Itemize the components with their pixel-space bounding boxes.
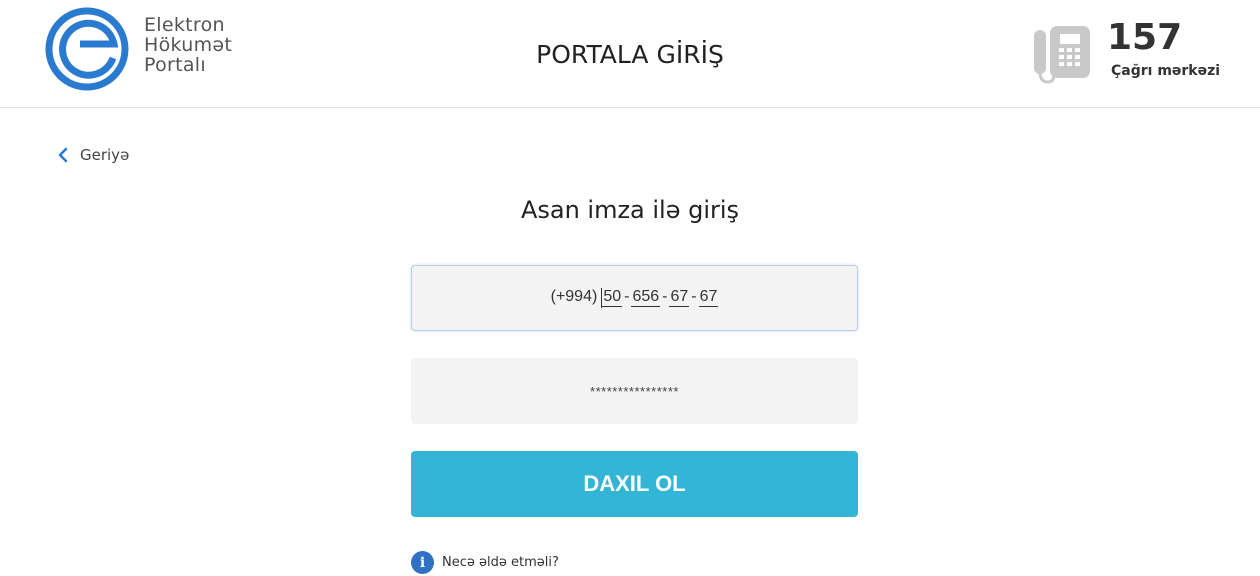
back-link[interactable]: Geriyə [58, 146, 129, 164]
call-center-label: Çağrı mərkəzi [1111, 63, 1221, 79]
phone-segment-3: 67 [669, 288, 690, 307]
phone-segment-1: 50 [602, 288, 623, 307]
phone-separator: - [624, 288, 630, 305]
header: Elektron Hökumət Portalı PORTALA GİRİŞ 1… [0, 0, 1260, 108]
phone-separator: - [691, 288, 697, 305]
password-value: **************** [590, 383, 679, 399]
logo-line-1: Elektron [144, 14, 225, 36]
phone-icon [1034, 26, 1090, 84]
phone-prefix: (+994) [550, 288, 598, 305]
phone-value: (+994) 50 - 656 - 67 - 67 [551, 288, 719, 308]
back-link-label: Geriyə [80, 146, 130, 164]
chevron-left-icon [58, 147, 68, 163]
phone-input[interactable]: (+994) 50 - 656 - 67 - 67 [411, 265, 858, 331]
login-button[interactable]: DAXIL OL [411, 451, 858, 517]
info-icon: i [411, 551, 434, 574]
phone-segment-2: 656 [631, 288, 661, 307]
password-input[interactable]: **************** [411, 358, 858, 424]
form-title: Asan imza ilə giriş [520, 196, 740, 224]
help-link[interactable]: i Necə əldə etməli? [411, 551, 559, 574]
call-center-number: 157 [1107, 17, 1183, 58]
phone-segment-4: 67 [698, 288, 719, 307]
help-link-label: Necə əldə etməli? [442, 555, 559, 570]
phone-separator: - [662, 288, 668, 305]
